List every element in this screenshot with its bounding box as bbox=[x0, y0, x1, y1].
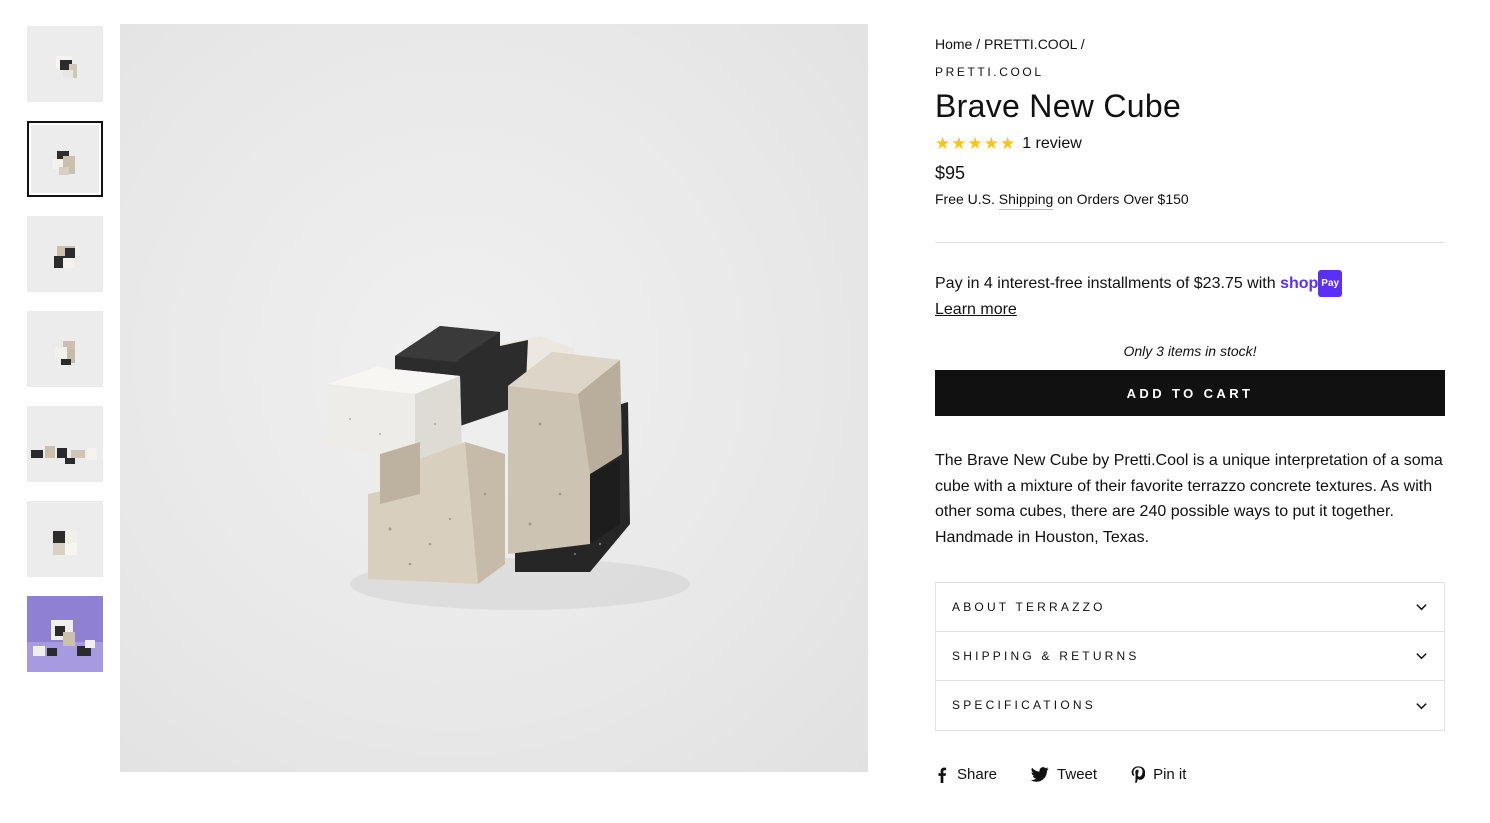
chevron-down-icon bbox=[1416, 653, 1427, 660]
add-to-cart-button[interactable]: ADD TO CART bbox=[935, 370, 1445, 416]
pinterest-icon bbox=[1131, 766, 1146, 784]
thumbnail-5[interactable] bbox=[27, 406, 103, 482]
share-twitter-button[interactable]: Tweet bbox=[1031, 766, 1097, 783]
star-rating-icon: ★★★★★ bbox=[935, 134, 1017, 153]
thumbnail-2[interactable] bbox=[27, 121, 103, 197]
breadcrumb-collection-link[interactable]: PRETTI.COOL bbox=[984, 36, 1077, 52]
shoppay-badge: Pay bbox=[1318, 270, 1343, 297]
breadcrumb-home-link[interactable]: Home bbox=[935, 36, 972, 52]
share-facebook-button[interactable]: Share bbox=[935, 766, 997, 783]
thumbnail-6[interactable] bbox=[27, 501, 103, 577]
breadcrumb: Home / PRETTI.COOL / bbox=[935, 34, 1445, 54]
product-accordion: ABOUT TERRAZZO SHIPPING & RETURNS SPECIF… bbox=[935, 581, 1445, 731]
shipping-prefix: Free U.S. bbox=[935, 191, 995, 207]
thumbnail-1[interactable] bbox=[27, 26, 103, 102]
thumbnail-4[interactable] bbox=[27, 311, 103, 387]
product-price: $95 bbox=[935, 163, 966, 183]
share-pinterest-button[interactable]: Pin it bbox=[1131, 766, 1187, 784]
stock-note: Only 3 items in stock! bbox=[1123, 343, 1257, 359]
shoppay-logo: shop bbox=[1280, 275, 1319, 292]
accordion-label: SHIPPING & RETURNS bbox=[952, 648, 1140, 663]
share-label: Pin it bbox=[1153, 766, 1187, 784]
accordion-label: SPECIFICATIONS bbox=[952, 698, 1096, 713]
thumbnail-gallery bbox=[27, 26, 103, 691]
chevron-down-icon bbox=[1416, 702, 1427, 710]
shipping-link[interactable]: Shipping bbox=[998, 191, 1054, 210]
product-description: The Brave New Cube by Pretti.Cool is a u… bbox=[935, 452, 1443, 547]
accordion-about-terrazzo[interactable]: ABOUT TERRAZZO bbox=[936, 583, 1444, 632]
product-main-image[interactable] bbox=[120, 24, 868, 772]
share-label: Tweet bbox=[1057, 766, 1098, 784]
breadcrumb-separator: / bbox=[1080, 36, 1085, 52]
shoppay-text: Pay in 4 interest-free installments of $… bbox=[935, 275, 1276, 292]
accordion-label: ABOUT TERRAZZO bbox=[952, 599, 1106, 614]
shipping-suffix: on Orders Over $150 bbox=[1057, 191, 1189, 207]
product-vendor: PRETTI.COOL bbox=[935, 65, 1044, 79]
thumbnail-7[interactable] bbox=[27, 596, 103, 672]
social-share: Share Tweet Pin it bbox=[935, 765, 1445, 785]
accordion-shipping-returns[interactable]: SHIPPING & RETURNS bbox=[936, 632, 1444, 681]
soma-cube-illustration bbox=[328, 326, 690, 610]
shoppay-installments: Pay in 4 interest-free installments of $… bbox=[935, 270, 1445, 322]
learn-more-link[interactable]: Learn more bbox=[935, 297, 1017, 322]
shipping-note: Free U.S. Shipping on Orders Over $150 bbox=[935, 189, 1445, 210]
share-label: Share bbox=[957, 766, 998, 784]
facebook-icon bbox=[938, 767, 947, 783]
thumbnail-3[interactable] bbox=[27, 216, 103, 292]
product-info: Home / PRETTI.COOL / PRETTI.COOL Brave N… bbox=[935, 34, 1445, 785]
twitter-icon bbox=[1031, 767, 1049, 783]
product-rating[interactable]: ★★★★★ 1 review bbox=[935, 134, 1445, 154]
chevron-down-icon bbox=[1416, 604, 1427, 611]
accordion-specifications[interactable]: SPECIFICATIONS bbox=[936, 681, 1444, 730]
product-title: Brave New Cube bbox=[935, 88, 1182, 124]
breadcrumb-separator: / bbox=[976, 36, 981, 52]
divider bbox=[935, 242, 1445, 243]
review-count[interactable]: 1 review bbox=[1022, 135, 1082, 153]
